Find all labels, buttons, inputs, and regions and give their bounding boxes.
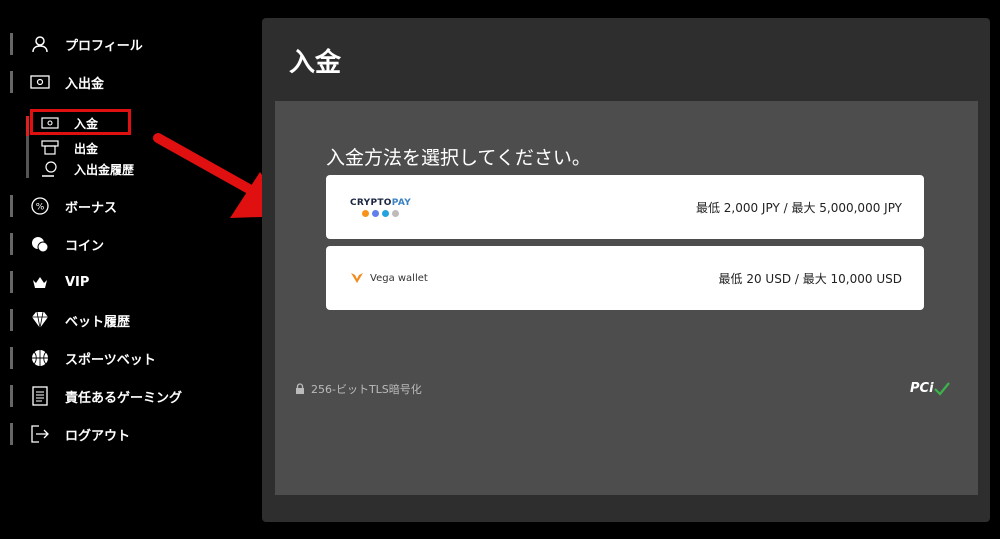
coins-icon — [29, 233, 51, 255]
checkmark-icon — [933, 381, 950, 396]
sidebar-item-bar — [10, 309, 13, 331]
ethereum-icon — [372, 209, 380, 217]
lock-icon — [296, 383, 304, 394]
sidebar-item-label: VIP — [65, 274, 90, 290]
percent-icon: % — [29, 195, 51, 217]
page-title: 入金 — [289, 48, 342, 78]
atm-icon — [40, 139, 60, 157]
sidebar-item-bar — [10, 347, 13, 369]
vega-wallet-logo: Vega wallet — [350, 272, 428, 284]
sidebar-item-coins[interactable]: コイン — [10, 233, 104, 255]
submenu-active-indicator — [26, 116, 29, 136]
sidebar-item-bet-history[interactable]: ベット履歴 — [10, 309, 130, 331]
sidebar: プロフィール 入出金 入金 出金 入出金履歴 % ボーナス コイン VIP ベッ… — [0, 0, 240, 539]
ripple-icon — [382, 209, 390, 217]
document-icon — [29, 385, 51, 407]
submenu-item-label: 入出金履歴 — [74, 162, 135, 177]
security-note: 256-ビットTLS暗号化 — [295, 381, 422, 397]
sidebar-item-logout[interactable]: ログアウト — [10, 423, 130, 445]
submenu-item-label: 出金 — [74, 141, 99, 156]
sidebar-item-bar — [10, 385, 13, 407]
vega-logo-icon — [351, 273, 363, 283]
sidebar-item-vip[interactable]: VIP — [10, 271, 89, 293]
method-limit: 最低 2,000 JPY / 最大 5,000,000 JPY — [695, 200, 902, 215]
security-note-text: 256-ビットTLS暗号化 — [311, 383, 422, 396]
litecoin-icon — [392, 209, 400, 217]
sidebar-item-sportsbet[interactable]: スポーツベット — [10, 347, 156, 369]
sidebar-item-bar — [10, 33, 13, 55]
sidebar-item-label: 入出金 — [65, 76, 105, 92]
method-limit: 最低 20 USD / 最大 10,000 USD — [718, 271, 902, 286]
method-panel: 入金方法を選択してください。 CRYPTOPAY 最低 2,000 JPY / … — [275, 101, 978, 495]
highlight-box — [30, 109, 131, 135]
cryptopay-logo: CRYPTOPAY — [350, 198, 411, 217]
vega-wallet-logo-text: Vega wallet — [370, 272, 428, 284]
sidebar-item-profile[interactable]: プロフィール — [10, 33, 143, 55]
svg-text:%: % — [36, 203, 45, 213]
history-icon — [40, 160, 60, 178]
pci-text: PCi — [910, 381, 934, 396]
sidebar-item-label: ベット履歴 — [65, 314, 131, 330]
sidebar-item-bar — [10, 71, 13, 93]
basketball-icon — [29, 347, 51, 369]
sidebar-item-banking[interactable]: 入出金 — [10, 71, 104, 93]
sidebar-item-bar — [10, 233, 13, 255]
sidebar-item-label: スポーツベット — [65, 352, 156, 368]
cryptopay-logo-text: CRYPTOPAY — [350, 197, 412, 208]
sidebar-item-label: プロフィール — [65, 38, 143, 54]
cash-icon — [29, 71, 51, 93]
payment-method-cryptopay[interactable]: CRYPTOPAY 最低 2,000 JPY / 最大 5,000,000 JP… — [326, 175, 924, 239]
sidebar-item-bar — [10, 423, 13, 445]
sidebar-item-responsible-gaming[interactable]: 責任あるゲーミング — [10, 385, 182, 407]
sidebar-item-bonus[interactable]: % ボーナス — [10, 195, 117, 217]
logout-icon — [29, 423, 51, 445]
coin-icons — [362, 209, 400, 217]
diamond-icon — [29, 309, 51, 331]
pci-badge: PCi — [910, 381, 950, 396]
sidebar-item-bar — [10, 271, 13, 293]
submenu-item-withdraw[interactable]: 出金 — [40, 139, 98, 157]
bitcoin-icon — [362, 209, 370, 217]
sidebar-item-bar — [10, 195, 13, 217]
sidebar-item-label: コイン — [65, 238, 105, 254]
payment-method-vega-wallet[interactable]: Vega wallet 最低 20 USD / 最大 10,000 USD — [326, 246, 924, 310]
submenu-bar — [26, 116, 29, 178]
deposit-panel: 入金 入金方法を選択してください。 CRYPTOPAY 最低 2,000 JPY… — [262, 18, 990, 522]
vip-icon — [29, 271, 51, 293]
method-heading: 入金方法を選択してください。 — [326, 147, 591, 169]
sidebar-item-label: 責任あるゲーミング — [65, 390, 183, 406]
user-icon — [29, 33, 51, 55]
sidebar-item-label: ログアウト — [65, 428, 131, 444]
submenu-item-history[interactable]: 入出金履歴 — [40, 160, 134, 178]
sidebar-item-label: ボーナス — [65, 200, 118, 216]
